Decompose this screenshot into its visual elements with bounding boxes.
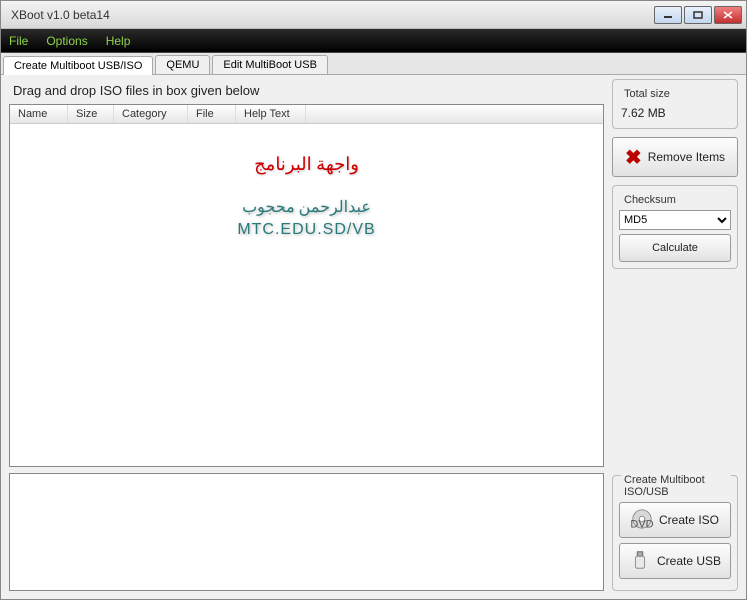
col-file[interactable]: File [188, 105, 236, 123]
svg-text:DVD: DVD [631, 518, 653, 530]
maximize-button[interactable] [684, 6, 712, 24]
menubar: File Options Help [1, 29, 746, 53]
create-usb-label: Create USB [657, 554, 721, 568]
total-size-group: Total size 7.62 MB [612, 79, 738, 129]
total-size-label: Total size [621, 88, 673, 100]
bottom-panel [9, 473, 604, 591]
calculate-button[interactable]: Calculate [619, 234, 731, 262]
list-body[interactable]: واجهة البرنامج عبدالرحمن محجوب MTC.EDU.S… [10, 124, 603, 466]
create-group: Create Multiboot ISO/USB DVD Create ISO … [612, 475, 738, 591]
menu-options[interactable]: Options [46, 34, 87, 48]
window-title: XBoot v1.0 beta14 [5, 8, 654, 22]
window-controls [654, 6, 742, 24]
app-window: XBoot v1.0 beta14 File Options Help Crea… [0, 0, 747, 600]
create-iso-button[interactable]: DVD Create ISO [619, 502, 731, 538]
create-iso-label: Create ISO [659, 513, 719, 527]
create-group-label: Create Multiboot ISO/USB [621, 474, 731, 498]
tab-edit-multiboot[interactable]: Edit MultiBoot USB [212, 55, 328, 74]
checksum-select[interactable]: MD5 [619, 210, 731, 230]
checksum-label: Checksum [621, 194, 679, 206]
usb-icon [629, 549, 651, 574]
titlebar: XBoot v1.0 beta14 [1, 1, 746, 29]
column-headers: Name Size Category File Help Text [10, 105, 603, 124]
spacer [612, 277, 738, 467]
iso-list[interactable]: Name Size Category File Help Text واجهة … [9, 104, 604, 467]
left-pane: Drag and drop ISO files in box given bel… [9, 79, 604, 591]
tab-qemu[interactable]: QEMU [155, 55, 210, 74]
instruction-text: Drag and drop ISO files in box given bel… [9, 79, 604, 104]
create-usb-button[interactable]: Create USB [619, 543, 731, 579]
checksum-group: Checksum MD5 Calculate [612, 185, 738, 269]
overlay-line3: MTC.EDU.SD/VB [10, 221, 603, 239]
tab-create-multiboot[interactable]: Create Multiboot USB/ISO [3, 56, 153, 75]
disc-icon: DVD [631, 508, 653, 533]
col-help[interactable]: Help Text [236, 105, 306, 123]
right-pane: Total size 7.62 MB ✖ Remove Items Checks… [612, 79, 738, 591]
menu-help[interactable]: Help [106, 34, 131, 48]
col-category[interactable]: Category [114, 105, 188, 123]
watermark-overlay: واجهة البرنامج عبدالرحمن محجوب MTC.EDU.S… [10, 154, 603, 239]
tabstrip: Create Multiboot USB/ISO QEMU Edit Multi… [1, 53, 746, 75]
col-size[interactable]: Size [68, 105, 114, 123]
content-area: Drag and drop ISO files in box given bel… [1, 75, 746, 599]
overlay-line2: عبدالرحمن محجوب [10, 197, 603, 217]
overlay-line1: واجهة البرنامج [10, 154, 603, 175]
total-size-value: 7.62 MB [619, 104, 731, 122]
minimize-button[interactable] [654, 6, 682, 24]
remove-x-icon: ✖ [625, 145, 642, 170]
remove-items-label: Remove Items [648, 150, 725, 164]
menu-file[interactable]: File [9, 34, 28, 48]
remove-items-button[interactable]: ✖ Remove Items [612, 137, 738, 177]
close-button[interactable] [714, 6, 742, 24]
col-name[interactable]: Name [10, 105, 68, 123]
